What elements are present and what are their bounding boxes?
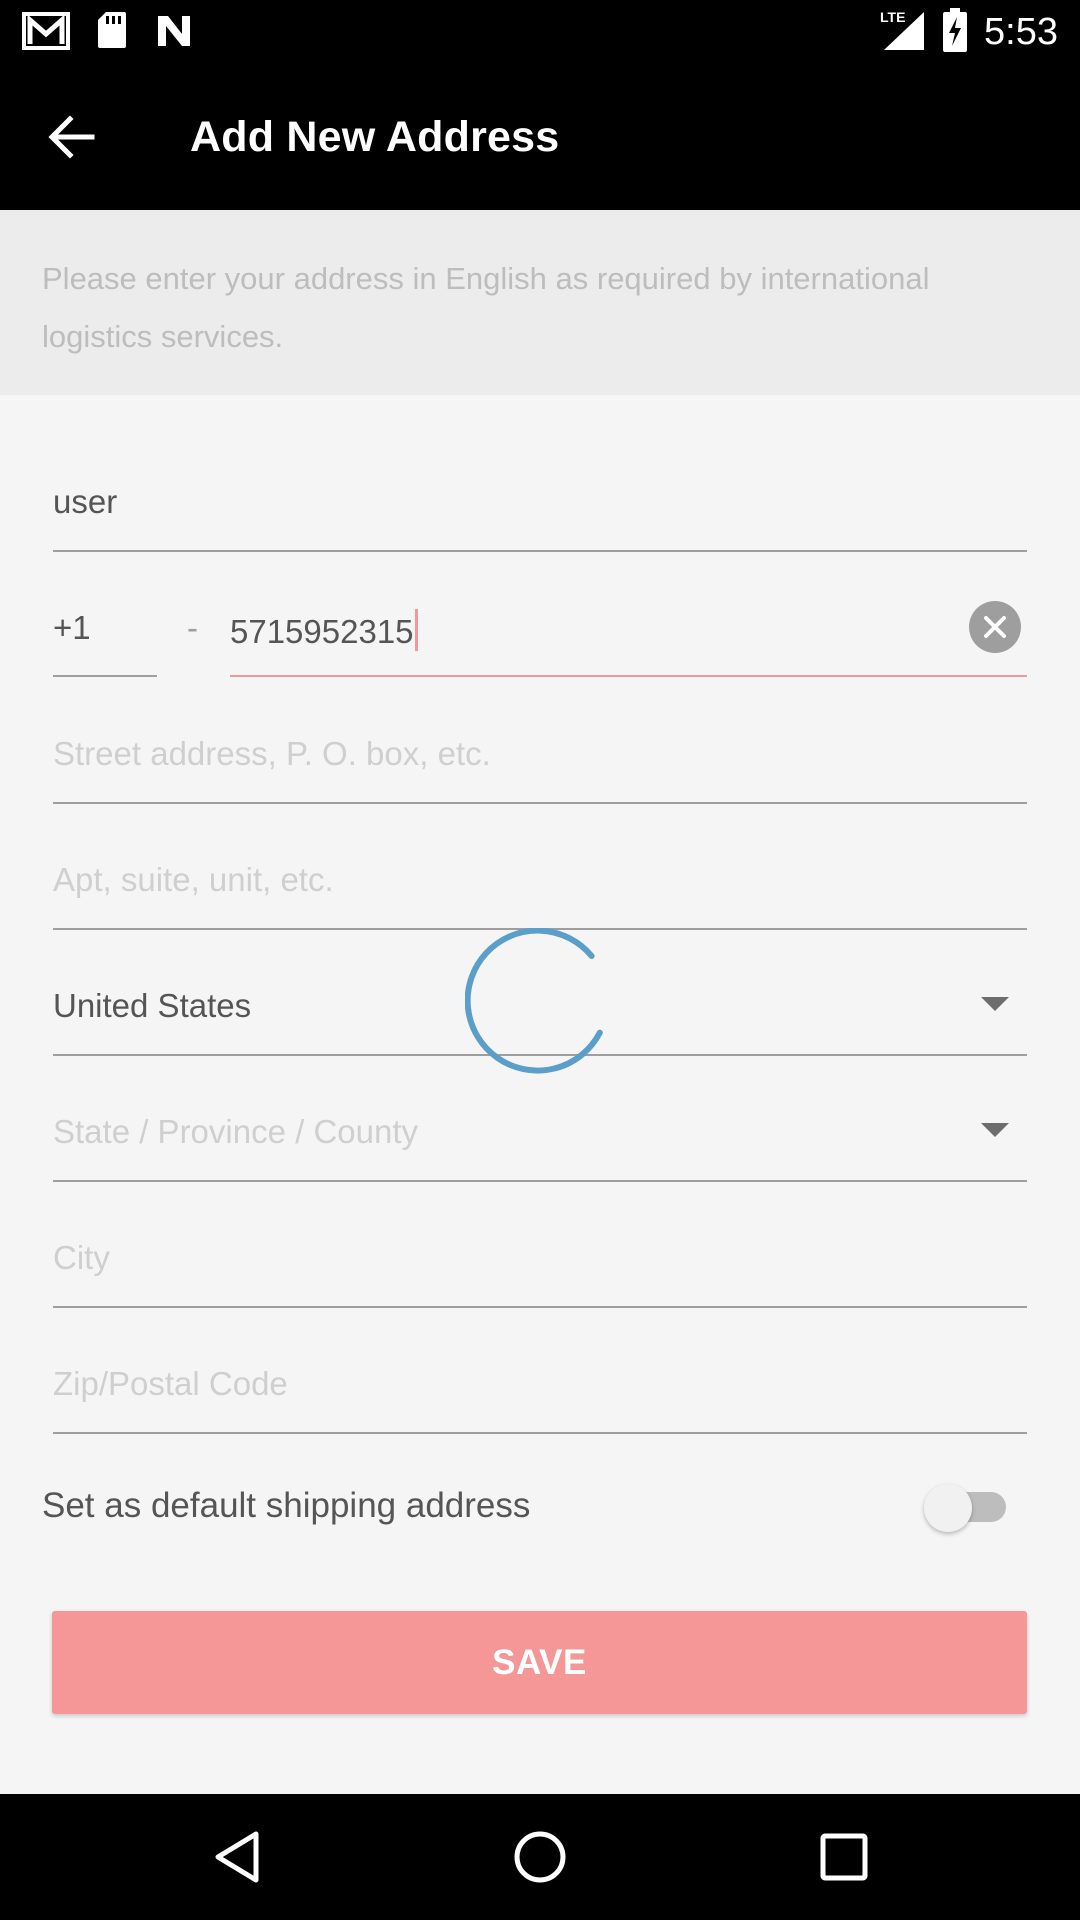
- phone-input[interactable]: 5715952315: [230, 609, 418, 651]
- system-nav-bar: [0, 1794, 1080, 1920]
- name-input[interactable]: user: [53, 483, 117, 521]
- country-code-input[interactable]: +1: [53, 609, 91, 647]
- default-address-label: Set as default shipping address: [42, 1486, 531, 1525]
- phone-separator: -: [187, 609, 198, 646]
- lte-signal-icon: LTE: [880, 8, 926, 57]
- save-button[interactable]: SAVE: [52, 1611, 1027, 1714]
- nav-recents-button[interactable]: [809, 1822, 879, 1892]
- back-button[interactable]: [40, 105, 104, 169]
- state-select[interactable]: State / Province / County: [53, 1113, 418, 1151]
- battery-charging-icon: [942, 8, 968, 57]
- notice-banner: Please enter your address in English as …: [0, 210, 1080, 395]
- city-input[interactable]: City: [53, 1239, 110, 1277]
- apt-suite-input[interactable]: Apt, suite, unit, etc.: [53, 861, 334, 899]
- clear-phone-button[interactable]: [969, 601, 1021, 653]
- close-icon: [984, 616, 1006, 638]
- status-time: 5:53: [984, 11, 1058, 53]
- nav-back-button[interactable]: [202, 1822, 272, 1892]
- phone-underline: [230, 675, 1027, 677]
- system-icons: LTE 5:53: [880, 8, 1058, 57]
- home-circle-icon: [514, 1831, 566, 1883]
- recents-square-icon: [820, 1833, 868, 1881]
- country-code-underline: [53, 675, 157, 677]
- notification-icons: [22, 10, 194, 55]
- nav-home-button[interactable]: [505, 1822, 575, 1892]
- chevron-down-icon[interactable]: [981, 997, 1009, 1011]
- page-title: Add New Address: [190, 113, 560, 161]
- street-address-input[interactable]: Street address, P. O. box, etc.: [53, 735, 491, 773]
- toggle-thumb[interactable]: [924, 1484, 972, 1532]
- svg-text:LTE: LTE: [880, 9, 905, 25]
- sd-card-icon: [96, 10, 128, 55]
- phone-value: 5715952315: [230, 613, 414, 650]
- zip-underline: [53, 1432, 1027, 1434]
- status-bar: LTE 5:53: [0, 0, 1080, 63]
- arrow-back-icon: [48, 115, 95, 159]
- street-underline: [53, 802, 1027, 804]
- zip-input[interactable]: Zip/Postal Code: [53, 1365, 288, 1403]
- name-underline: [53, 550, 1027, 552]
- back-triangle-icon: [215, 1831, 259, 1883]
- text-caret: [414, 609, 418, 651]
- state-underline: [53, 1180, 1027, 1182]
- city-underline: [53, 1306, 1027, 1308]
- country-select[interactable]: United States: [53, 987, 251, 1025]
- app-bar: Add New Address: [0, 63, 1080, 210]
- loading-spinner: [465, 928, 603, 1074]
- n-icon: [154, 10, 194, 55]
- notice-text: Please enter your address in English as …: [42, 261, 930, 354]
- gmail-icon: [22, 10, 70, 55]
- chevron-down-icon[interactable]: [981, 1123, 1009, 1137]
